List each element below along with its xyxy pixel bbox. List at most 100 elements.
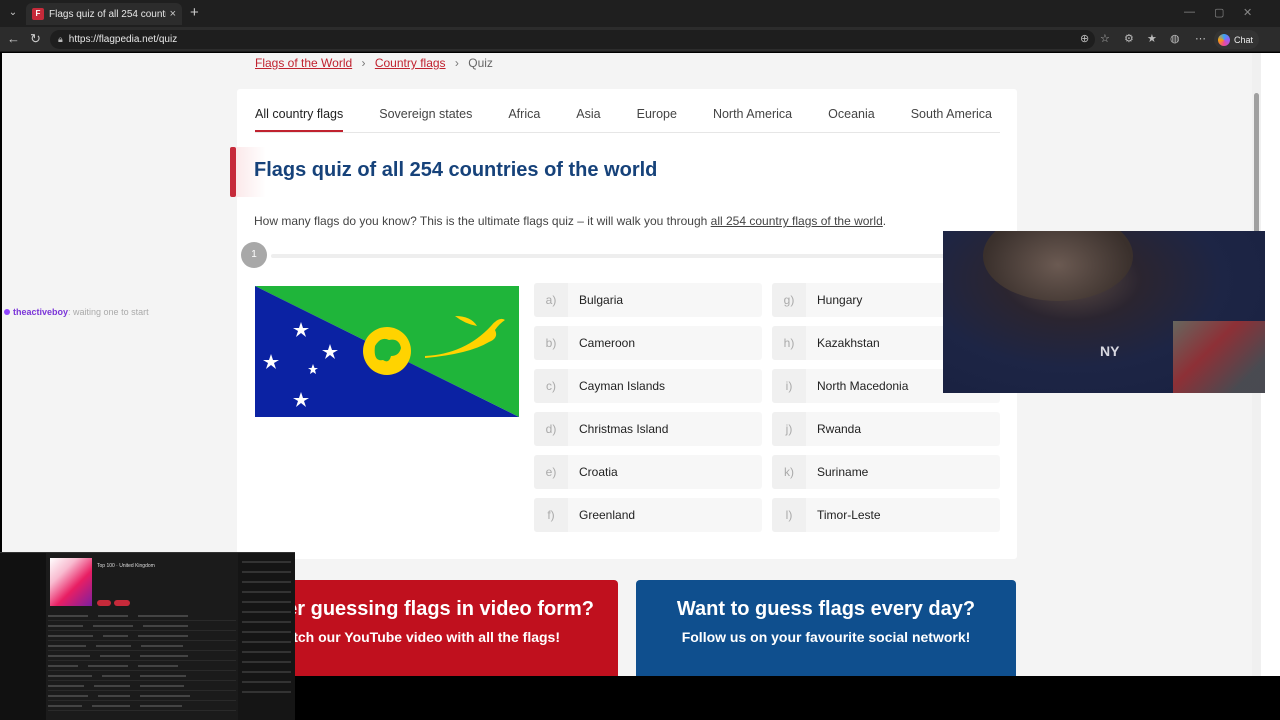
answer-option[interactable]: c) Cayman Islands: [534, 369, 762, 403]
track-row: [48, 671, 236, 681]
tab-europe[interactable]: Europe: [637, 89, 677, 132]
breadcrumb-link-flags-of-the-world[interactable]: Flags of the World: [255, 56, 352, 70]
track-row: [48, 681, 236, 691]
option-name: North Macedonia: [817, 379, 909, 393]
answer-option[interactable]: d) Christmas Island: [534, 412, 762, 446]
option-name: Cameroon: [579, 336, 636, 350]
extensions-icon[interactable]: ⚙: [1124, 32, 1134, 45]
tab-north-america[interactable]: North America: [713, 89, 792, 132]
quiz-card: All country flags Sovereign states Afric…: [230, 89, 1017, 559]
track-row: [48, 631, 236, 641]
answer-option[interactable]: j) Rwanda: [772, 412, 1000, 446]
tab-asia[interactable]: Asia: [576, 89, 600, 132]
flagpedia-favicon-icon: F: [32, 8, 44, 20]
chat-username: theactiveboy: [13, 307, 69, 317]
track-row: [48, 701, 236, 711]
option-name: Suriname: [817, 465, 869, 479]
social-promo-card[interactable]: Want to guess flags every day? Follow us…: [636, 580, 1016, 676]
track-list: [48, 611, 236, 711]
browser-toolbar: ← ↻ 🔒︎ https://flagpedia.net/quiz ⊕ ☆ ⚙ …: [0, 27, 1280, 52]
tab-oceania[interactable]: Oceania: [828, 89, 875, 132]
option-letter: c): [534, 369, 568, 403]
answer-option[interactable]: k) Suriname: [772, 455, 1000, 489]
play-button: [97, 600, 111, 606]
minimize-icon[interactable]: —: [1184, 6, 1195, 18]
option-letter: a): [534, 283, 568, 317]
social-promo-heading: Want to guess flags every day?: [676, 598, 976, 620]
webcam-overlay: NY: [943, 231, 1265, 393]
playlist-cover-art: [50, 558, 92, 606]
tab-sovereign-states[interactable]: Sovereign states: [379, 89, 472, 132]
back-arrow-icon[interactable]: ←: [7, 31, 20, 47]
option-name: Christmas Island: [579, 422, 669, 436]
option-letter: l): [772, 498, 806, 532]
zoom-icon[interactable]: ⊕: [1080, 32, 1089, 45]
collections-icon[interactable]: ★: [1147, 32, 1157, 45]
option-letter: k): [772, 455, 806, 489]
breadcrumb-current: Quiz: [468, 56, 493, 70]
option-letter: b): [534, 326, 568, 360]
option-name: Kazakhstan: [817, 336, 880, 350]
option-name: Bulgaria: [579, 293, 624, 307]
track-row: [48, 661, 236, 671]
tab-title: Flags quiz of all 254 countries of the w…: [49, 8, 166, 20]
copilot-icon: [1218, 33, 1230, 46]
option-name: Timor-Leste: [817, 508, 881, 522]
track-row: [48, 611, 236, 621]
favorite-star-icon[interactable]: ☆: [1100, 32, 1110, 45]
question-number-badge: 1: [241, 242, 267, 268]
url-text: https://flagpedia.net/quiz: [68, 34, 178, 45]
site-info-icon[interactable]: 🔒︎: [58, 34, 63, 45]
all-flags-link[interactable]: all 254 country flags of the world: [711, 214, 883, 228]
stream-chat-message: theactiveboy: waiting one to start: [4, 307, 149, 317]
more-menu-icon[interactable]: ⋯: [1195, 32, 1206, 45]
option-letter: j): [772, 412, 806, 446]
new-tab-icon[interactable]: +: [190, 4, 199, 22]
option-letter: g): [772, 283, 806, 317]
music-player-overlay: Top 100 · United Kingdom: [0, 552, 295, 720]
answer-option[interactable]: l) Timor-Leste: [772, 498, 1000, 532]
browser-tab[interactable]: F Flags quiz of all 254 countries of the…: [26, 3, 182, 25]
copilot-chat-button[interactable]: Chat: [1214, 30, 1260, 49]
option-name: Croatia: [579, 465, 618, 479]
option-name: Rwanda: [817, 422, 862, 436]
intro-text: How many flags do you know? This is the …: [254, 214, 886, 228]
option-name: Hungary: [817, 293, 863, 307]
tab-south-america[interactable]: South America: [911, 89, 992, 132]
music-sidebar: [0, 553, 46, 720]
address-bar[interactable]: 🔒︎ https://flagpedia.net/quiz: [50, 30, 1095, 49]
tab-africa[interactable]: Africa: [508, 89, 540, 132]
music-queue-panel: [238, 553, 295, 720]
title-accent-bar: [230, 147, 236, 197]
tab-list-chevron-icon[interactable]: ⌄: [4, 4, 22, 22]
answer-option[interactable]: f) Greenland: [534, 498, 762, 532]
browser-tab-bar: ⌄ F Flags quiz of all 254 countries of t…: [0, 0, 1280, 27]
answer-option[interactable]: b) Cameroon: [534, 326, 762, 360]
chat-text: : waiting one to start: [68, 307, 149, 317]
breadcrumb: Flags of the World › Country flags › Qui…: [255, 56, 493, 70]
maximize-icon[interactable]: ▢: [1214, 6, 1224, 19]
answer-option[interactable]: a) Bulgaria: [534, 283, 762, 317]
close-window-icon[interactable]: ✕: [1243, 6, 1252, 19]
close-tab-icon[interactable]: ×: [170, 8, 176, 20]
tab-all-country-flags[interactable]: All country flags: [255, 89, 344, 132]
progress-track: [271, 254, 1000, 258]
christmas-island-flag-icon: [255, 286, 519, 417]
breadcrumb-link-country-flags[interactable]: Country flags: [375, 56, 446, 70]
ny-logo-icon: NY: [1100, 343, 1120, 359]
option-name: Cayman Islands: [579, 379, 666, 393]
shuffle-button: [114, 600, 130, 606]
page-title: Flags quiz of all 254 countries of the w…: [254, 159, 658, 181]
scrollbar-thumb[interactable]: [1254, 93, 1259, 243]
intro-text-start: How many flags do you know? This is the …: [254, 214, 711, 228]
chat-badge-icon: [4, 309, 10, 315]
chat-label: Chat: [1234, 34, 1254, 45]
profile-icon[interactable]: ◍: [1170, 32, 1180, 45]
breadcrumb-separator: ›: [361, 56, 366, 70]
screen: ⌄ F Flags quiz of all 254 countries of t…: [0, 0, 1280, 720]
answer-option[interactable]: e) Croatia: [534, 455, 762, 489]
region-tabs: All country flags Sovereign states Afric…: [255, 89, 1000, 133]
option-letter: e): [534, 455, 568, 489]
track-row: [48, 691, 236, 701]
reload-icon[interactable]: ↻: [30, 31, 41, 47]
